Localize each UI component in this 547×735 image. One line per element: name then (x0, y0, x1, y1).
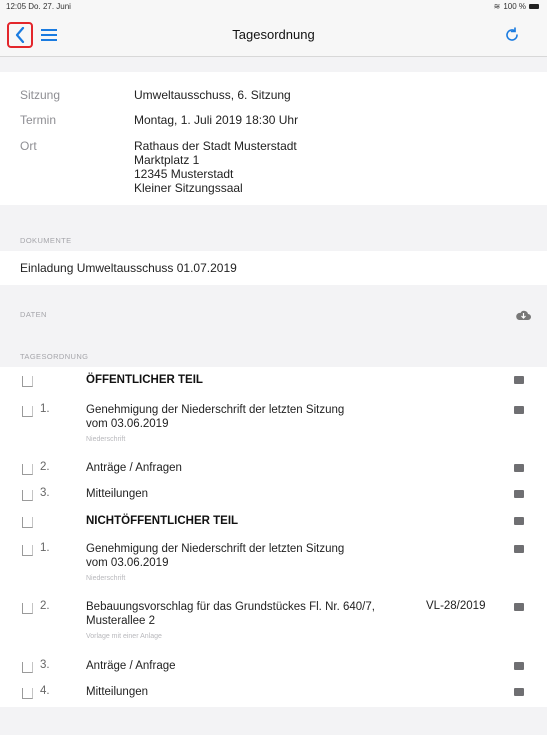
agenda-title-line: vom 03.06.2019 (86, 557, 169, 569)
document-item[interactable]: Einladung Umweltausschuss 01.07.2019 (20, 261, 237, 275)
agenda-title: Mitteilungen (86, 686, 149, 698)
agenda-number: 3. (40, 487, 50, 499)
checkbox[interactable] (22, 603, 33, 614)
status-bar: 12:05 Do. 27. Juni ≋ 100 % (0, 0, 547, 14)
wifi-icon: ≋ (493, 2, 501, 11)
meeting-info: Sitzung Umweltausschuss, 6. Sitzung Term… (0, 72, 547, 205)
document-icon[interactable] (514, 545, 524, 553)
agenda-list: ÖFFENTLICHER TEIL 1. Genehmigung der Nie… (0, 367, 547, 707)
document-icon[interactable] (514, 603, 524, 611)
document-icon[interactable] (514, 688, 524, 696)
agenda-title-line: vom 03.06.2019 (86, 418, 169, 430)
meeting-label: Sitzung (20, 88, 61, 102)
navigation-bar: Tagesordnung (0, 14, 547, 57)
agenda-title-line: Genehmigung der Niederschrift der letzte… (86, 543, 345, 555)
agenda-number: 4. (40, 685, 50, 697)
meeting-value: Umweltausschuss, 6. Sitzung (134, 88, 291, 102)
checkbox[interactable] (22, 376, 33, 387)
checkbox[interactable] (22, 490, 33, 501)
document-icon[interactable] (514, 517, 524, 525)
checkbox[interactable] (22, 662, 33, 673)
agenda-number: 1. (40, 403, 50, 415)
address-line: Kleiner Sitzungssaal (134, 181, 243, 195)
battery-label: 100 % (503, 2, 526, 11)
meeting-label: Termin (20, 113, 57, 127)
agenda-number: 2. (40, 600, 50, 612)
agenda-title: NICHTÖFFENTLICHER TEIL (86, 515, 239, 527)
agenda-title: Anträge / Anfrage (86, 660, 176, 672)
agenda-title: ÖFFENTLICHER TEIL (86, 374, 203, 386)
agenda-number: 1. (40, 542, 50, 554)
status-right: ≋ 100 % (494, 2, 539, 11)
meeting-value: Montag, 1. Juli 2019 18:30 Uhr (134, 113, 299, 127)
document-icon[interactable] (514, 376, 524, 384)
files-row: DATEN (0, 298, 547, 332)
agenda-subtitle: Niederschrift (86, 436, 126, 443)
address-line: Marktplatz 1 (134, 153, 200, 167)
agenda-number: 3. (40, 659, 50, 671)
agenda-number: 2. (40, 461, 50, 473)
status-time: 12:05 Do. 27. Juni (6, 2, 71, 11)
agenda-title-line: Bebauungsvorschlag für das Grundstückes … (86, 601, 375, 613)
documents-header: DOKUMENTE (20, 236, 72, 245)
checkbox[interactable] (22, 545, 33, 556)
refresh-icon[interactable] (503, 26, 521, 44)
document-icon[interactable] (514, 406, 524, 414)
document-icon[interactable] (514, 662, 524, 670)
checkbox[interactable] (22, 517, 33, 528)
agenda-reference: VL-28/2019 (426, 600, 486, 612)
agenda-title-line: Genehmigung der Niederschrift der letzte… (86, 404, 345, 416)
documents-list: Einladung Umweltausschuss 01.07.2019 (0, 251, 547, 285)
agenda-title: Mitteilungen (86, 488, 149, 500)
meeting-label: Ort (20, 139, 37, 153)
checkbox[interactable] (22, 406, 33, 417)
agenda-subtitle: Vorlage mit einer Anlage (86, 633, 162, 640)
page-title: Tagesordnung (232, 27, 315, 42)
checkbox[interactable] (22, 688, 33, 699)
meeting-address: Rathaus der Stadt Musterstadt Marktplatz… (134, 139, 297, 195)
agenda-title: Genehmigung der Niederschrift der letzte… (86, 542, 386, 570)
agenda-title: Genehmigung der Niederschrift der letzte… (86, 403, 386, 431)
battery-icon (529, 4, 539, 9)
agenda-title-line: Musterallee 2 (86, 615, 156, 627)
document-icon[interactable] (514, 490, 524, 498)
document-icon[interactable] (514, 464, 524, 472)
cloud-download-icon[interactable] (515, 309, 531, 321)
agenda-title: Bebauungsvorschlag für das Grundstückes … (86, 600, 386, 628)
checkbox[interactable] (22, 464, 33, 475)
agenda-header: TAGESORDNUNG (20, 352, 89, 361)
files-header: DATEN (20, 310, 47, 319)
agenda-subtitle: Niederschrift (86, 575, 126, 582)
address-line: 12345 Musterstadt (134, 167, 234, 181)
address-line: Rathaus der Stadt Musterstadt (134, 139, 297, 153)
agenda-title: Anträge / Anfragen (86, 462, 182, 474)
